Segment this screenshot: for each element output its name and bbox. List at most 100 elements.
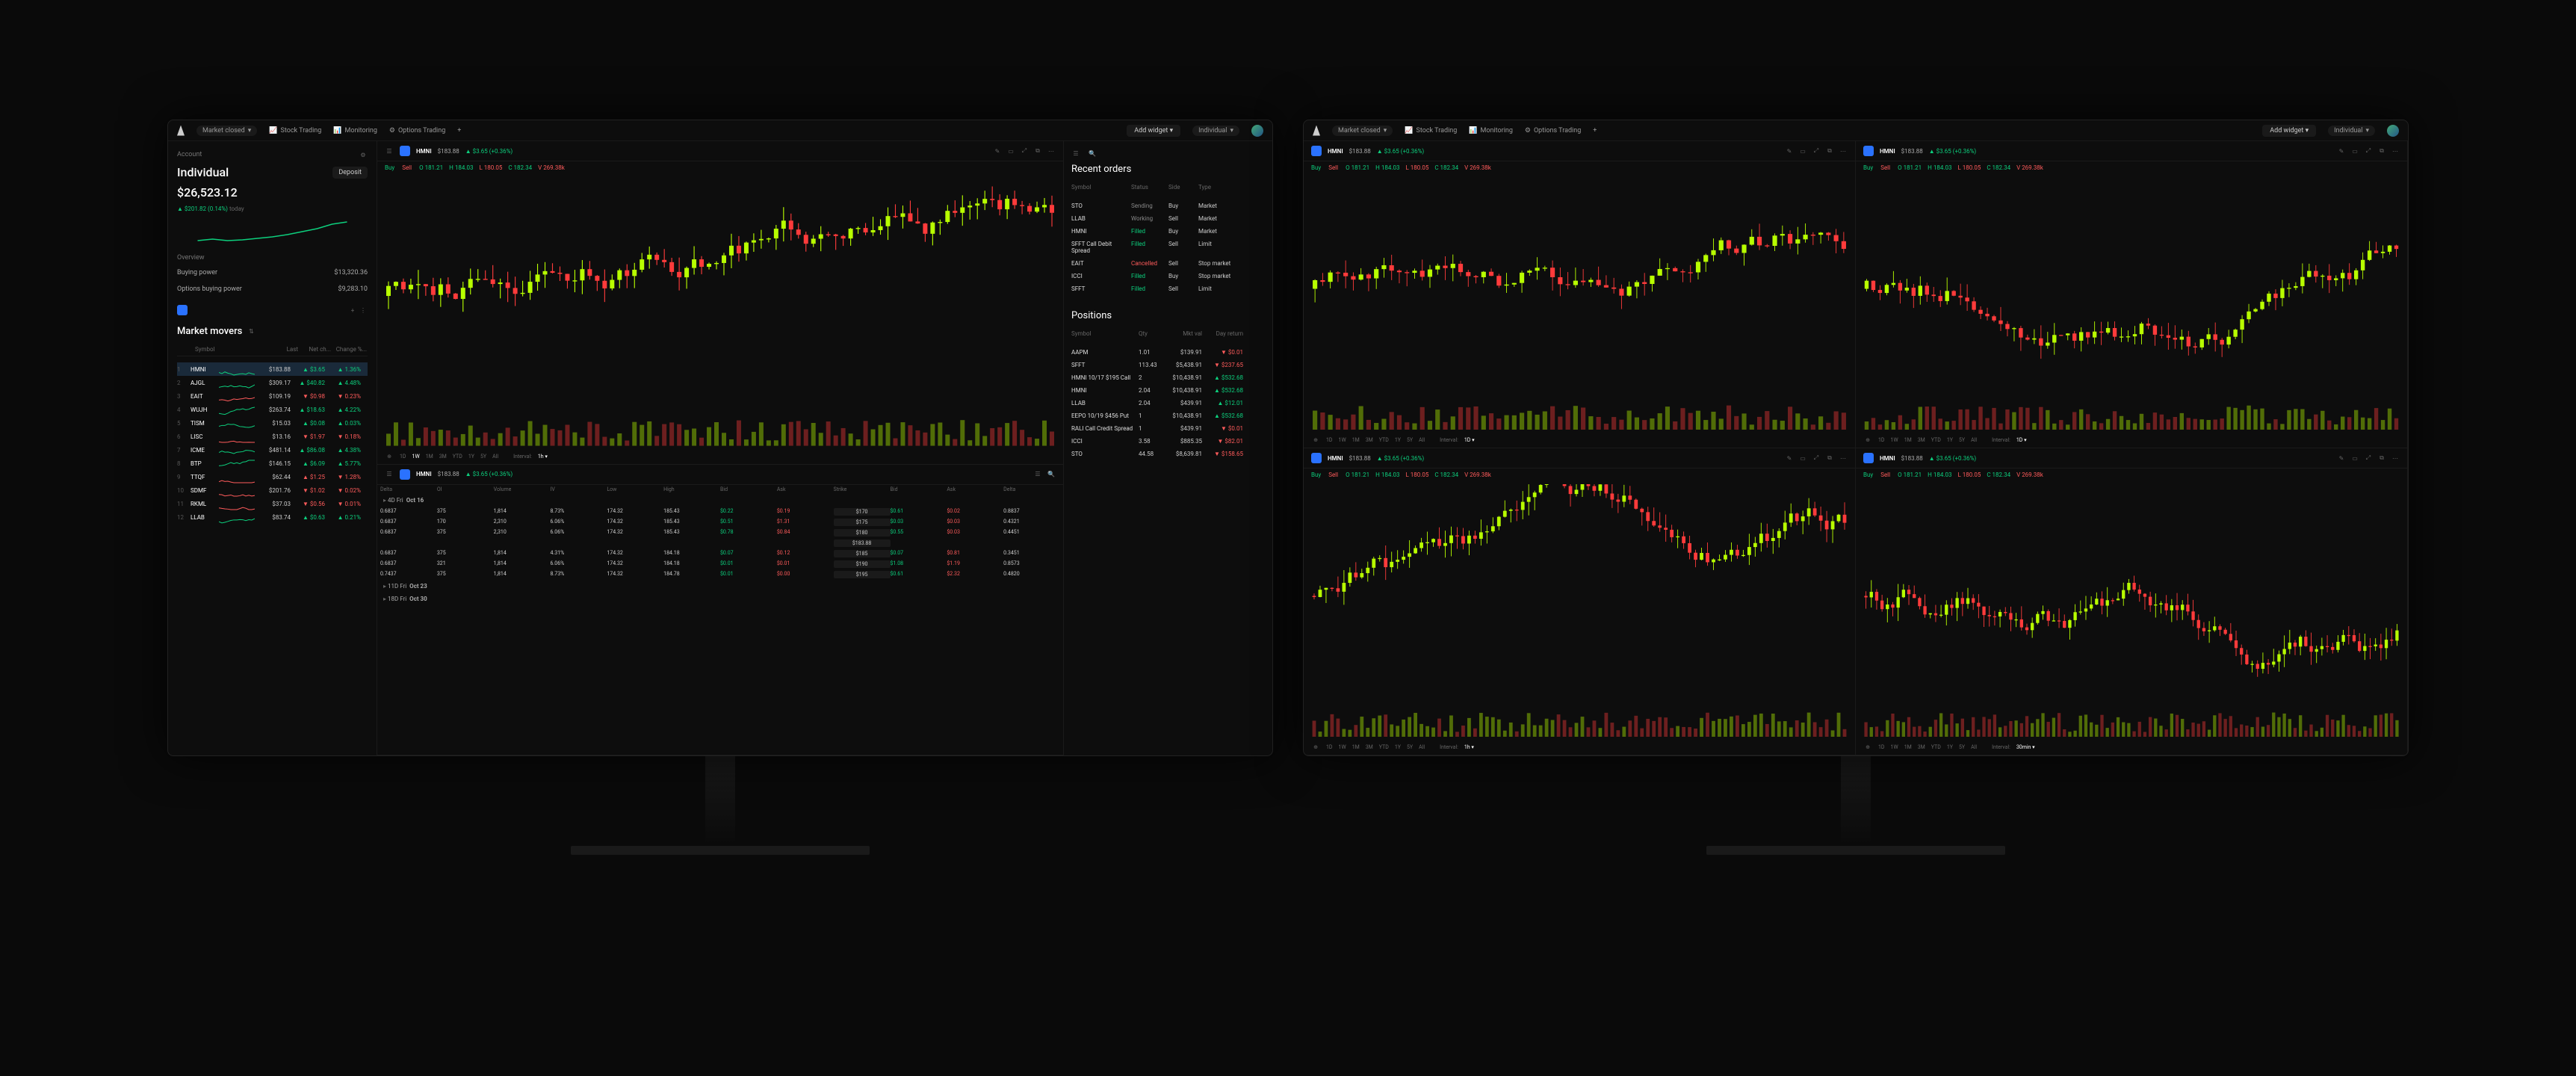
chain-date-1[interactable]: ▸ 4D Fri Oct 16 xyxy=(377,494,1063,507)
copy-icon[interactable]: ⧉ xyxy=(2377,146,2386,155)
mover-row[interactable]: 6 LISC $13.16 ▼ $1.97 ▼ 0.18% xyxy=(177,430,368,443)
layout-icon[interactable]: ▭ xyxy=(1006,146,1015,155)
chain-row[interactable]: 0.74373751,8148.73%174.32184.78$0.01$0.0… xyxy=(377,569,1063,580)
expand-icon[interactable]: ⤢ xyxy=(1812,454,1821,463)
tab-options-trading[interactable]: ⚙Options Trading xyxy=(389,127,445,134)
tab-add[interactable]: + xyxy=(457,127,461,134)
edit-icon[interactable]: ✎ xyxy=(1785,146,1794,155)
mover-row[interactable]: 8 BTP $146.15 ▲ $6.09 ▲ 5.77% xyxy=(177,457,368,470)
chain-row[interactable]: 0.68373751,8148.73%174.32185.43$0.22$0.1… xyxy=(377,507,1063,517)
tf-1W[interactable]: 1W xyxy=(1891,744,1898,750)
chain-date-3[interactable]: ▸ 18D Fri Oct 30 xyxy=(377,593,1063,605)
edit-icon[interactable]: ✎ xyxy=(993,146,1002,155)
tf-1w[interactable]: 1W xyxy=(412,454,420,460)
tf-1D[interactable]: 1D xyxy=(1878,744,1885,750)
tf-1Y[interactable]: 1Y xyxy=(1395,437,1401,443)
edit-icon[interactable]: ✎ xyxy=(1785,454,1794,463)
tab-add[interactable]: + xyxy=(1593,127,1597,134)
chart-canvas[interactable] xyxy=(1304,481,1855,740)
tf-3M[interactable]: 3M xyxy=(1366,744,1373,750)
sort-icon[interactable]: ⇅ xyxy=(247,327,256,336)
sell-button[interactable]: Sell xyxy=(402,164,412,171)
tf-All[interactable]: All xyxy=(1971,744,1977,750)
add-widget-button[interactable]: Add widget ▾ xyxy=(1127,125,1180,137)
tf-1W[interactable]: 1W xyxy=(1339,437,1346,443)
expand-icon[interactable]: ⤢ xyxy=(1020,146,1029,155)
mover-row[interactable]: 4 WUJH $263.74 ▲ $18.63 ▲ 4.22% xyxy=(177,403,368,416)
order-row[interactable]: LLABWorkingSellMarket xyxy=(1071,212,1265,225)
position-row[interactable]: LLAB2.04$439.91▲ $12.01 xyxy=(1071,397,1265,409)
chain-row[interactable]: 0.68373752,3106.06%174.32185.43$0.78$0.8… xyxy=(377,528,1063,538)
tf-All[interactable]: All xyxy=(1419,744,1425,750)
tf-1W[interactable]: 1W xyxy=(1891,437,1898,443)
interval-select[interactable]: 1h ▾ xyxy=(538,454,548,460)
more-icon[interactable]: ⋯ xyxy=(1839,146,1848,155)
tf-1M[interactable]: 1M xyxy=(1352,744,1360,750)
account-selector[interactable]: Individual ▾ xyxy=(1192,126,1239,136)
order-row[interactable]: ICCIFilledBuyStop market xyxy=(1071,270,1265,282)
chart-canvas[interactable] xyxy=(1304,174,1855,433)
mover-row[interactable]: 5 TISM $15.03 ▲ $0.08 ▲ 0.03% xyxy=(177,416,368,430)
tf-1W[interactable]: 1W xyxy=(1339,744,1346,750)
tf-1M[interactable]: 1M xyxy=(1904,744,1912,750)
mover-row[interactable]: 1 HMNI $183.88 ▲ $3.65 ▲ 1.36% xyxy=(177,362,368,376)
list-icon[interactable]: ☰ xyxy=(385,146,394,155)
tab-options-trading[interactable]: ⚙Options Trading xyxy=(1525,127,1581,134)
expand-icon[interactable]: ⤢ xyxy=(2364,454,2373,463)
order-row[interactable]: SFFT Call Debit SpreadFilledSellLimit xyxy=(1071,238,1265,257)
cursor-icon[interactable]: ⊕ xyxy=(1863,436,1872,445)
sell-button[interactable]: Sell xyxy=(1880,164,1890,171)
more-icon[interactable]: ⋯ xyxy=(2391,146,2400,155)
tf-3m[interactable]: 3M xyxy=(439,454,447,460)
copy-icon[interactable]: ⧉ xyxy=(1033,146,1042,155)
cursor-icon[interactable]: ⊕ xyxy=(1311,743,1320,752)
tf-5Y[interactable]: 5Y xyxy=(1959,437,1965,443)
ticker-badge[interactable] xyxy=(400,469,410,480)
tf-3M[interactable]: 3M xyxy=(1366,437,1373,443)
position-row[interactable]: EEPO 10/19 $456 Put1$10,438.91▲ $532.68 xyxy=(1071,409,1265,422)
copy-icon[interactable]: ⧉ xyxy=(1825,454,1834,463)
market-status[interactable]: Market closed ▾ xyxy=(1332,126,1393,136)
tf-1M[interactable]: 1M xyxy=(1904,437,1912,443)
cursor-icon[interactable]: ⊕ xyxy=(385,452,394,461)
chart-canvas[interactable] xyxy=(377,174,1063,449)
ticker-badge[interactable] xyxy=(1863,453,1874,463)
deposit-button[interactable]: Deposit xyxy=(332,167,368,179)
more-icon[interactable]: ⋯ xyxy=(1047,146,1056,155)
chain-row[interactable]: 0.68373751,8144.31%174.32184.18$0.07$0.1… xyxy=(377,548,1063,559)
avatar[interactable] xyxy=(2387,125,2399,137)
sell-button[interactable]: Sell xyxy=(1328,164,1338,171)
tf-3M[interactable]: 3M xyxy=(1918,437,1925,443)
settings-icon[interactable]: ⚙ xyxy=(359,150,368,159)
cursor-icon[interactable]: ⊕ xyxy=(1863,743,1872,752)
tf-1Y[interactable]: 1Y xyxy=(1395,744,1401,750)
tf-ytd[interactable]: YTD xyxy=(453,454,462,460)
market-status[interactable]: Market closed ▾ xyxy=(196,126,257,136)
tf-5y[interactable]: 5Y xyxy=(480,454,486,460)
more-icon[interactable]: ⋯ xyxy=(2391,454,2400,463)
mover-row[interactable]: 2 AJGL $309.17 ▲ $40.82 ▲ 4.48% xyxy=(177,376,368,389)
tf-1d[interactable]: 1D xyxy=(400,454,406,460)
account-selector[interactable]: Individual ▾ xyxy=(2328,126,2375,136)
mover-row[interactable]: 3 EAIT $109.19 ▼ $0.98 ▼ 0.23% xyxy=(177,389,368,403)
tf-1Y[interactable]: 1Y xyxy=(1947,744,1953,750)
search-icon[interactable]: 🔍 xyxy=(1088,149,1097,158)
tab-stock-trading[interactable]: 📈Stock Trading xyxy=(1405,127,1457,134)
tf-1y[interactable]: 1Y xyxy=(468,454,474,460)
avatar[interactable] xyxy=(1251,125,1263,137)
filter-icon[interactable]: ☰ xyxy=(1033,470,1042,479)
tf-all[interactable]: All xyxy=(492,454,498,460)
ticker-badge[interactable] xyxy=(1311,146,1322,156)
tab-monitoring[interactable]: 📊Monitoring xyxy=(333,127,377,134)
tf-5Y[interactable]: 5Y xyxy=(1407,744,1413,750)
position-row[interactable]: RALI Call Credit Spread1$439.91▼ $0.01 xyxy=(1071,422,1265,435)
sell-button[interactable]: Sell xyxy=(1328,471,1338,478)
ticker-badge[interactable] xyxy=(1311,453,1322,463)
interval-select[interactable]: 30min ▾ xyxy=(2016,744,2035,750)
chain-date-2[interactable]: ▸ 11D Fri Oct 23 xyxy=(377,580,1063,593)
add-icon[interactable]: + xyxy=(348,306,357,315)
tf-All[interactable]: All xyxy=(1971,437,1977,443)
mover-row[interactable]: 10 SDMF $201.76 ▼ $1.02 ▼ 0.02% xyxy=(177,483,368,497)
ticker-badge[interactable] xyxy=(1863,146,1874,156)
layout-icon[interactable]: ▭ xyxy=(1798,146,1807,155)
